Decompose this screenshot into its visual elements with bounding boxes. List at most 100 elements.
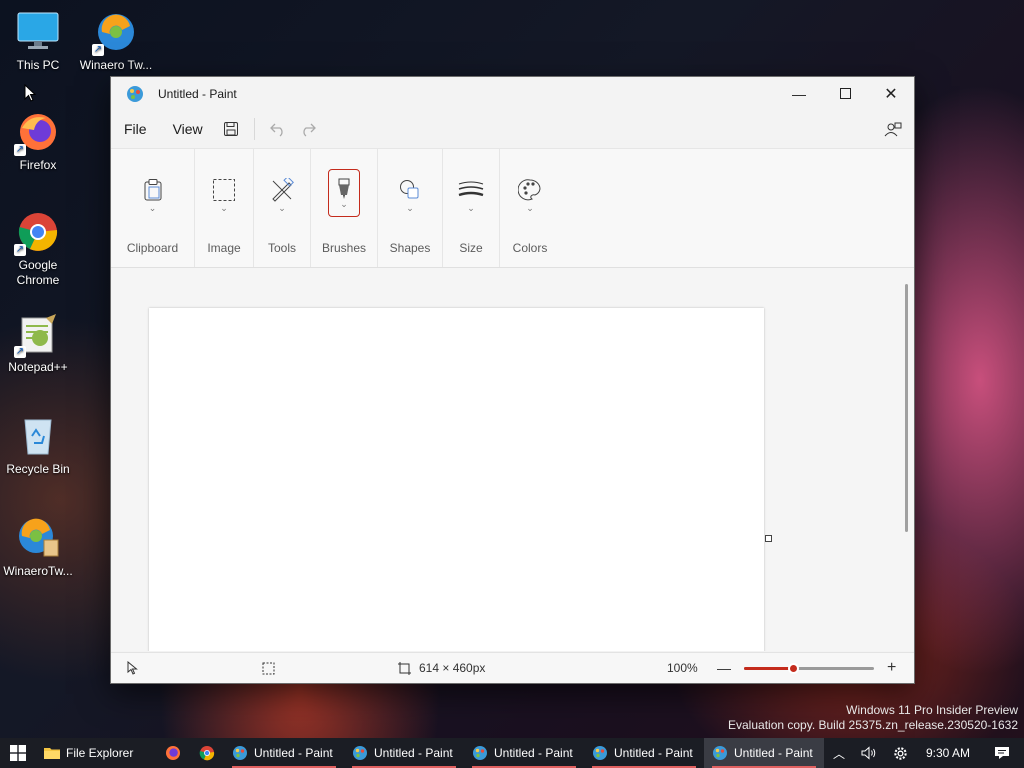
speaker-icon — [861, 746, 876, 760]
desktop-icon-google-chrome[interactable]: ↗ Google Chrome — [0, 210, 76, 288]
ribbon-group-label: Brushes — [321, 241, 367, 255]
chevron-down-icon: ⌄ — [278, 203, 286, 213]
settings-button[interactable] — [885, 746, 916, 761]
volume-button[interactable] — [853, 746, 885, 760]
ribbon-group-tools[interactable]: ⌄ Tools — [254, 149, 311, 267]
selection-size-indicator — [262, 662, 275, 675]
maximize-button[interactable] — [822, 77, 868, 110]
account-button[interactable] — [878, 114, 908, 144]
folder-icon — [44, 748, 60, 759]
taskbar-paint-1[interactable]: Untitled - Paint — [224, 738, 344, 768]
palette-icon — [513, 173, 547, 207]
zoom-level-text[interactable]: 100% — [667, 661, 698, 675]
ribbon-group-brushes[interactable]: ⌄ Brushes — [311, 149, 378, 267]
watermark-line-2: Evaluation copy. Build 25375.zn_release.… — [728, 718, 1018, 732]
canvas-size-icon — [398, 661, 411, 675]
ribbon-group-label: Colors — [512, 241, 548, 255]
recycle-bin-icon — [16, 414, 60, 458]
clock[interactable]: 9:30 AM — [916, 746, 984, 760]
ribbon-group-clipboard[interactable]: ⌄ Clipboard — [111, 149, 195, 267]
account-icon — [884, 122, 902, 137]
ribbon-group-size[interactable]: ⌄ Size — [443, 149, 500, 267]
clipboard-icon — [136, 173, 170, 207]
undo-button[interactable] — [263, 114, 293, 144]
zoom-slider[interactable] — [744, 663, 874, 674]
taskbar-paint-2[interactable]: Untitled - Paint — [344, 738, 464, 768]
taskbar-item-label: Untitled - Paint — [374, 746, 453, 760]
winaero-icon: ↗ — [92, 10, 138, 56]
desktop-icon-notepad-plus-plus[interactable]: ↗ Notepad++ — [0, 312, 76, 375]
canvas-workspace[interactable] — [111, 268, 914, 651]
firefox-icon — [166, 746, 180, 760]
vertical-scrollbar[interactable] — [905, 284, 908, 532]
notepad-plus-plus-icon: ↗ — [14, 312, 60, 358]
taskbar-firefox[interactable] — [156, 738, 190, 768]
gear-icon — [894, 746, 907, 760]
taskbar-paint-5[interactable]: Untitled - Paint — [704, 738, 824, 768]
shortcut-arrow-icon: ↗ — [92, 44, 104, 56]
cursor-position-indicator — [127, 661, 139, 675]
title-bar[interactable]: Untitled - Paint — ✕ — [111, 77, 914, 110]
ribbon-group-label: Shapes — [389, 241, 431, 255]
notifications-button[interactable] — [984, 746, 1024, 760]
taskbar-file-explorer[interactable]: File Explorer — [36, 738, 156, 768]
paint-app-icon — [713, 746, 727, 760]
chrome-icon — [199, 746, 215, 761]
start-button[interactable] — [0, 738, 36, 768]
zoom-in-button[interactable]: + — [887, 659, 896, 677]
desktop-icon-label: This PC — [16, 58, 60, 72]
windows-logo-icon — [10, 745, 26, 761]
ribbon-group-label: Size — [459, 241, 483, 255]
taskbar-item-label: File Explorer — [66, 746, 134, 760]
chevron-down-icon: ⌄ — [406, 203, 414, 213]
notification-icon — [995, 747, 1009, 759]
paint-app-icon — [593, 746, 607, 760]
show-hidden-icons-button[interactable]: ︿ — [825, 745, 853, 762]
system-tray: ︿ 9:30 AM — [825, 738, 1024, 768]
taskbar-paint-3[interactable]: Untitled - Paint — [464, 738, 584, 768]
paint-app-icon — [473, 746, 487, 760]
close-button[interactable]: ✕ — [868, 77, 914, 110]
taskbar-item-label: Untitled - Paint — [494, 746, 573, 760]
desktop-icon-this-pc[interactable]: This PC — [0, 10, 76, 73]
undo-icon — [269, 123, 283, 137]
menu-file[interactable]: File — [111, 121, 160, 137]
close-icon: ✕ — [884, 85, 898, 103]
desktop-icon-label: Recycle Bin — [6, 462, 70, 476]
ribbon-group-image[interactable]: ⌄ Image — [195, 149, 254, 267]
status-bar: 614 × 460px 100% — + — [111, 652, 914, 683]
desktop-icon-firefox[interactable]: ↗ Firefox — [0, 110, 76, 173]
ribbon-group-colors[interactable]: ⌄ Colors — [500, 149, 560, 267]
menu-view[interactable]: View — [160, 121, 216, 137]
taskbar-chrome[interactable] — [190, 738, 224, 768]
shortcut-arrow-icon: ↗ — [14, 244, 26, 256]
save-icon — [223, 122, 238, 136]
maximize-icon — [839, 86, 851, 102]
taskbar: File Explorer Untitled - Paint Untitled … — [0, 738, 1024, 768]
ribbon-group-shapes[interactable]: ⌄ Shapes — [378, 149, 443, 267]
ribbon-group-label: Clipboard — [126, 241, 179, 255]
tools-icon — [265, 173, 299, 207]
minimize-button[interactable]: — — [776, 77, 822, 110]
taskbar-item-label: Untitled - Paint — [254, 746, 333, 760]
zoom-out-button[interactable]: — — [717, 660, 731, 676]
drawing-canvas[interactable] — [149, 308, 764, 651]
desktop-icon-winaero-tweaker[interactable]: ↗ Winaero Tw... — [78, 10, 154, 73]
selection-size-icon — [262, 662, 275, 674]
canvas-resize-handle[interactable] — [765, 535, 772, 542]
minus-icon: — — [717, 660, 731, 676]
watermark-line-1: Windows 11 Pro Insider Preview — [846, 703, 1018, 717]
taskbar-item-label: Untitled - Paint — [734, 746, 813, 760]
ribbon-group-label: Image — [207, 241, 241, 255]
toolbar-divider — [253, 118, 255, 140]
redo-button[interactable] — [293, 114, 323, 144]
taskbar-paint-4[interactable]: Untitled - Paint — [584, 738, 704, 768]
minimize-icon: — — [792, 85, 806, 102]
save-button[interactable] — [216, 114, 246, 144]
desktop-icon-recycle-bin[interactable]: Recycle Bin — [0, 414, 76, 477]
evaluation-watermark: Windows 11 Pro Insider Preview Evaluatio… — [728, 703, 1018, 733]
zoom-slider-thumb[interactable] — [788, 663, 800, 674]
desktop-icon-winaero-tweaker-2[interactable]: WinaeroTw... — [0, 516, 76, 579]
ribbon-group-label: Tools — [267, 241, 296, 255]
paint-app-icon — [126, 85, 144, 103]
